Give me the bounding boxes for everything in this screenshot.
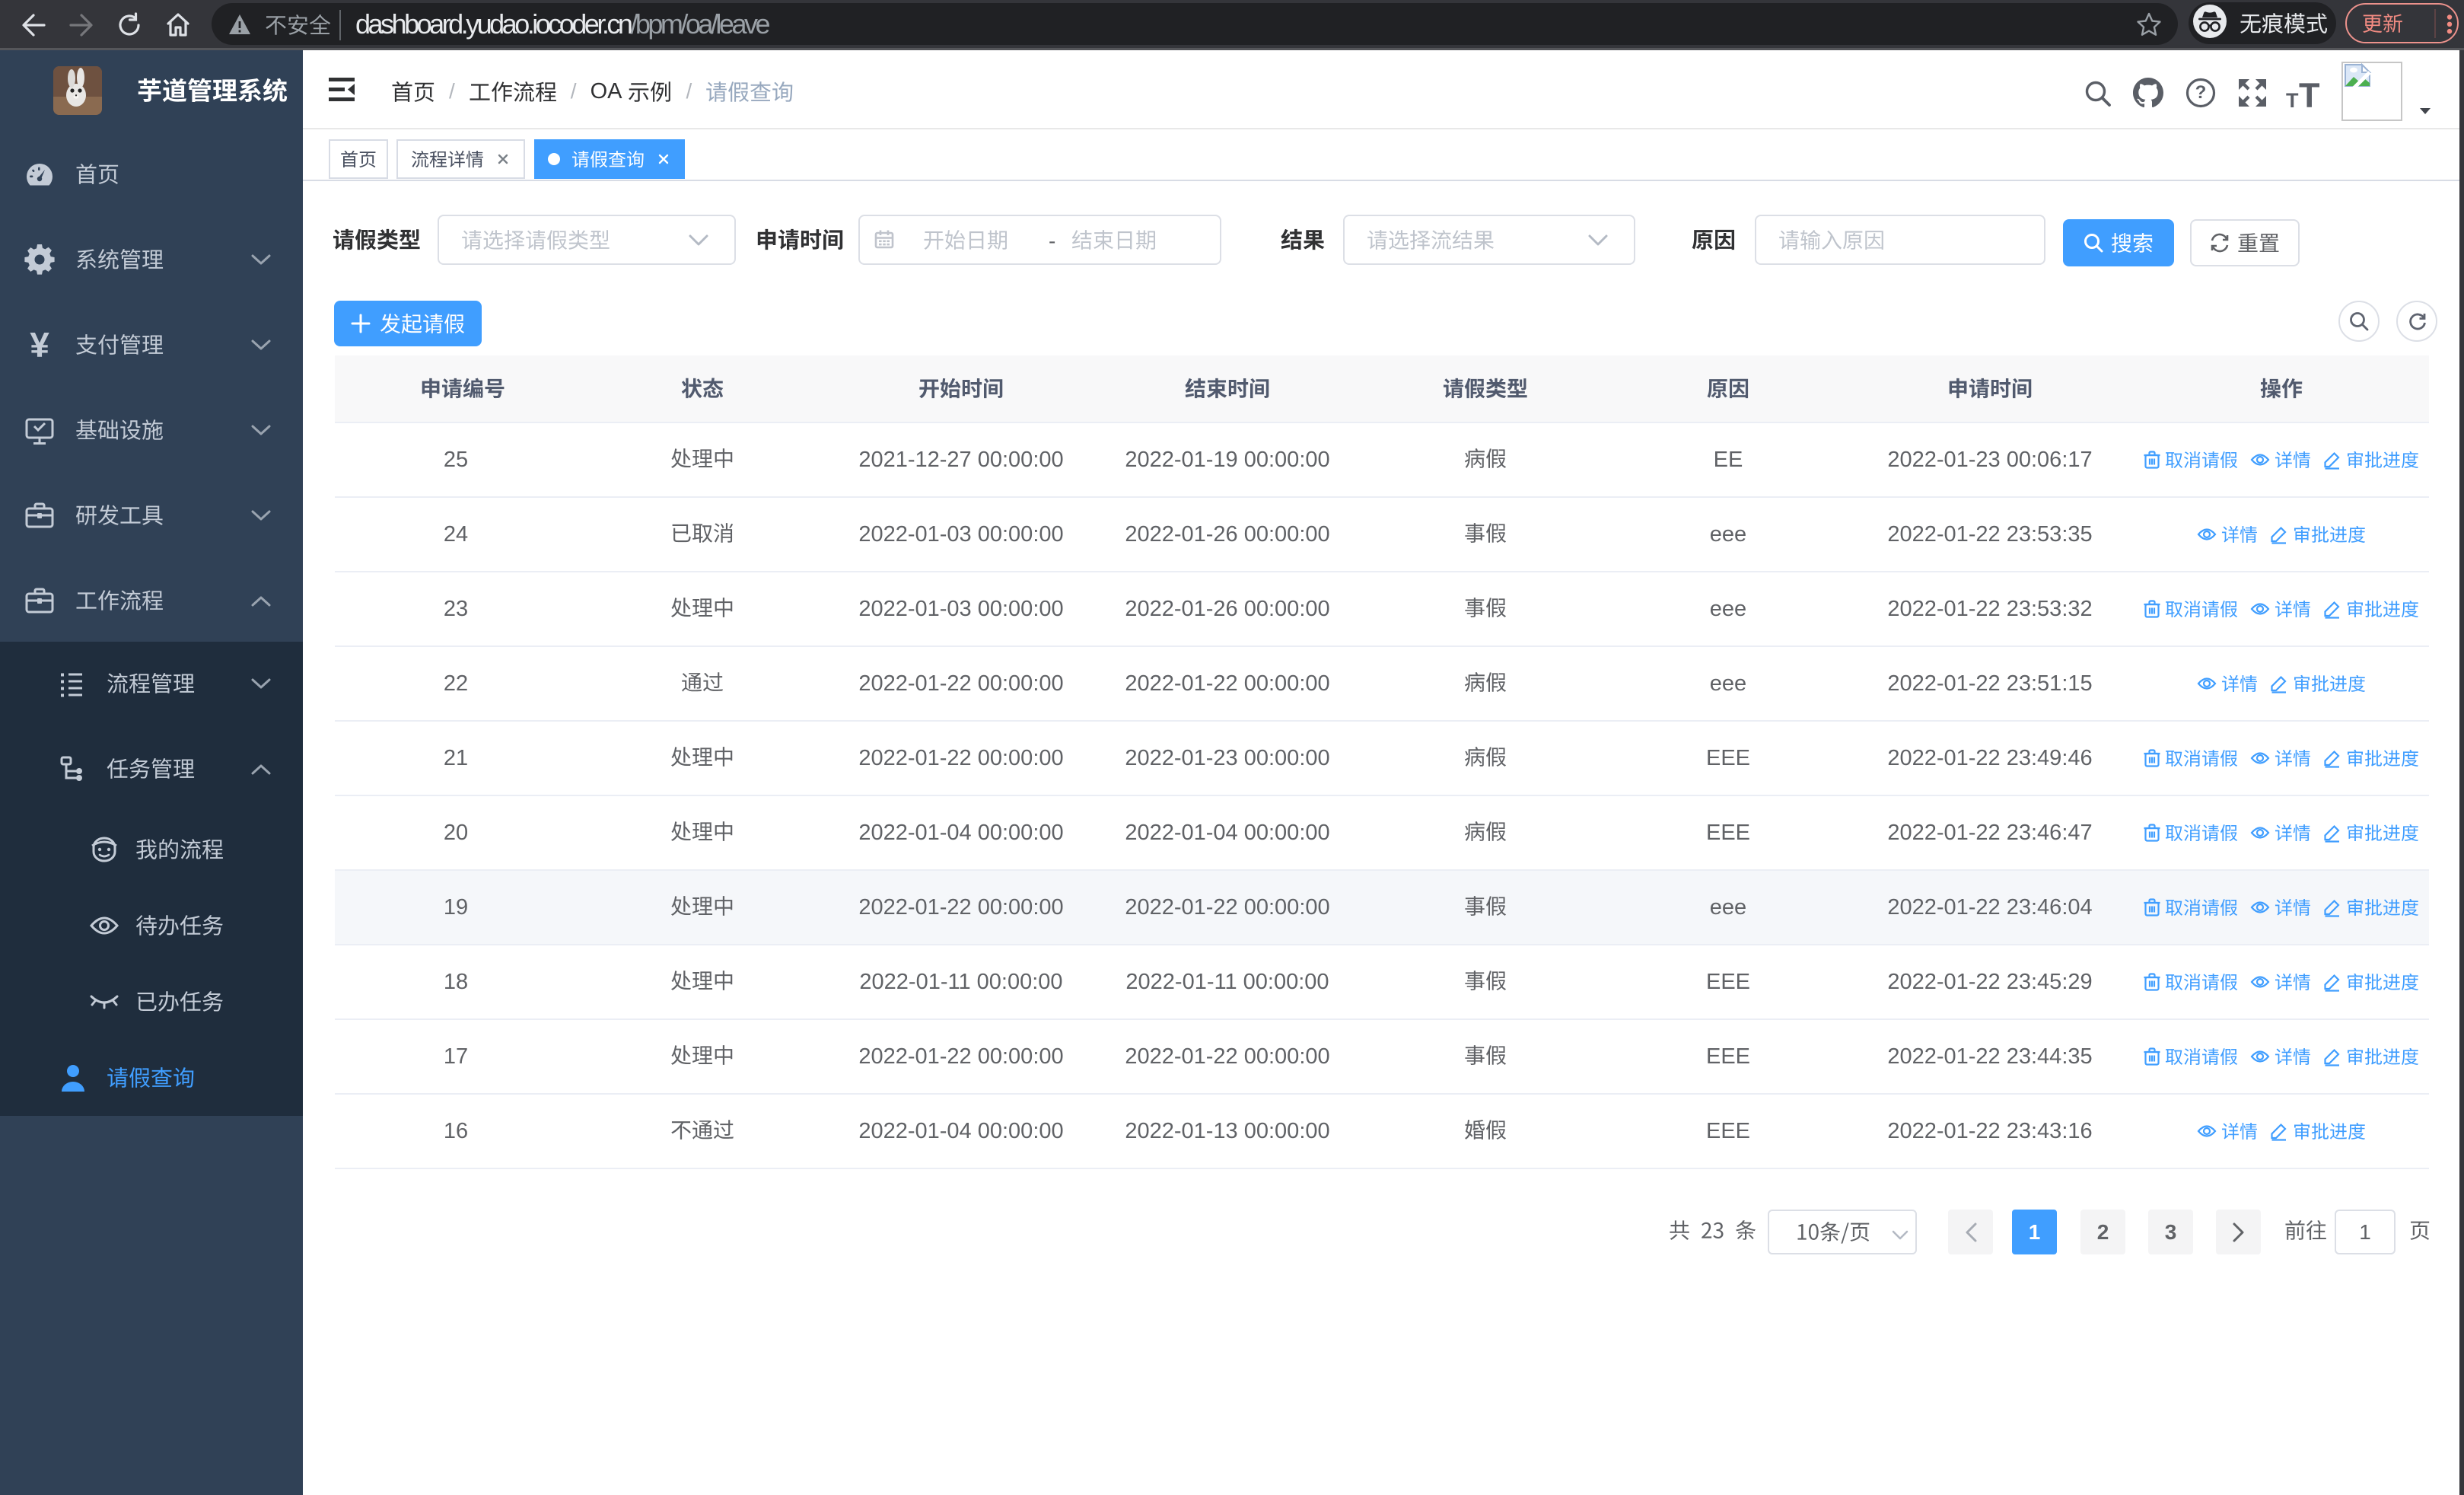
svg-text:?: ? xyxy=(2195,82,2207,103)
svg-text:T: T xyxy=(2299,76,2320,115)
svg-text:T: T xyxy=(2286,89,2299,112)
